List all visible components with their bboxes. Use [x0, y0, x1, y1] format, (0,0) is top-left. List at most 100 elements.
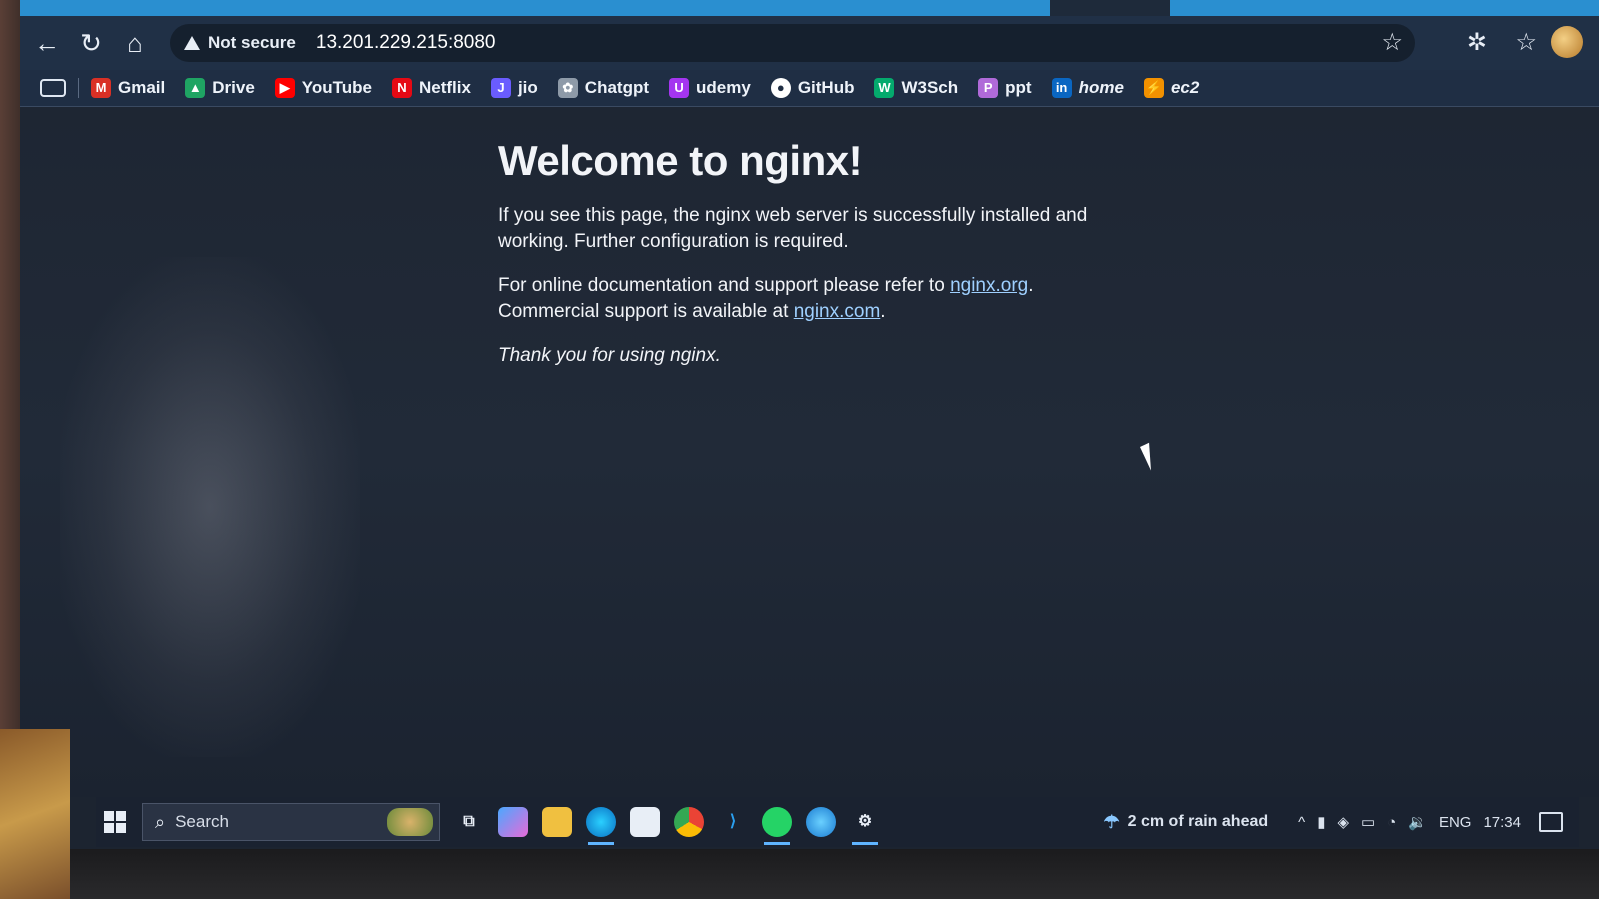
bookmark-drive[interactable]: ▲ Drive	[185, 78, 255, 98]
bookmark-label: ppt	[1005, 78, 1032, 97]
active-tab[interactable]	[1050, 0, 1170, 16]
bookmarks-divider	[78, 78, 79, 98]
address-bar[interactable]: Not secure 13.201.229.215:8080 ☆	[170, 24, 1415, 62]
bookmark-label: Gmail	[118, 78, 166, 97]
bookmark-label: Drive	[212, 78, 255, 97]
bookmark-youtube[interactable]: ▶ YouTube	[274, 78, 372, 98]
language-indicator[interactable]: ENG	[1439, 814, 1472, 831]
weather-widget[interactable]: ☂ 2 cm of rain ahead	[1104, 812, 1269, 833]
browser-toolbar: ← ↻ ⌂ Not secure 13.201.229.215:8080 ☆ ✲…	[20, 16, 1599, 70]
avatar[interactable]	[1551, 26, 1583, 58]
bookmark-label: Netflix	[418, 78, 471, 97]
usb-icon[interactable]: ▮	[1317, 813, 1325, 831]
url-text[interactable]: 13.201.229.215:8080	[316, 32, 496, 54]
page-content: Welcome to nginx! If you see this page, …	[20, 107, 1599, 797]
bookmark-label: ec2	[1170, 78, 1200, 97]
app-icon[interactable]	[806, 807, 836, 837]
bookmark-gmail[interactable]: M Gmail	[91, 78, 165, 98]
bookmark-star-icon[interactable]: ☆	[1381, 28, 1403, 57]
gmail-icon: M	[91, 78, 111, 98]
whatsapp-icon[interactable]	[762, 807, 792, 845]
docs-paragraph: For online documentation and support ple…	[498, 273, 1158, 325]
bookmark-label: Chatgpt	[584, 78, 650, 97]
ppt-icon: P	[978, 78, 999, 98]
store-icon[interactable]	[630, 807, 660, 837]
copilot-icon[interactable]	[498, 807, 528, 837]
bookmark-label: home	[1078, 78, 1124, 97]
bookmark-netflix[interactable]: N Netflix	[391, 78, 471, 98]
tab-actions-icon[interactable]	[40, 79, 66, 97]
bookmark-ec2[interactable]: ⚡ ec2	[1143, 78, 1200, 98]
nginx-org-link[interactable]: nginx.org	[950, 275, 1028, 296]
chatgpt-icon: ✿	[557, 78, 578, 98]
bookmark-chatgpt[interactable]: ✿ Chatgpt	[557, 78, 650, 98]
commercial-period: .	[880, 301, 886, 322]
bookmark-jio[interactable]: Jjio	[490, 78, 538, 98]
bookmark-ppt[interactable]: Pppt	[978, 78, 1032, 98]
nginx-com-link[interactable]: nginx.com	[794, 301, 881, 322]
commercial-text: Commercial support is available at	[498, 301, 794, 322]
tab-strip[interactable]	[20, 0, 1599, 16]
start-icon[interactable]	[104, 811, 126, 833]
wifi-icon[interactable]: ◔	[1387, 814, 1396, 831]
edge-icon[interactable]	[586, 807, 616, 845]
thanks-text: Thank you for using nginx.	[498, 345, 721, 366]
bookmark-github[interactable]: ● GitHub	[770, 78, 855, 98]
search-highlight-art	[387, 808, 433, 836]
search-icon: ⌕	[155, 811, 166, 832]
home-icon[interactable]: ⌂	[118, 26, 152, 60]
netflix-icon: N	[391, 78, 412, 98]
bookmark-label: udemy	[696, 78, 751, 97]
bookmarks-bar: M Gmail ▲ Drive ▶ YouTube N Netflix Jjio ✿ Chatgpt…	[20, 70, 1599, 107]
clock[interactable]: 17:34	[1483, 814, 1521, 831]
umbrella-icon: ☂	[1103, 811, 1120, 832]
notification-icon[interactable]	[1539, 812, 1563, 832]
youtube-icon: ▶	[274, 78, 295, 98]
desk-background	[0, 729, 70, 899]
udemy-icon: U	[669, 78, 690, 98]
docs-text: For online documentation and support ple…	[498, 275, 951, 296]
taskbar-search[interactable]: ⌕ Search	[142, 803, 440, 841]
favorites-icon[interactable]: ☆	[1515, 28, 1537, 57]
github-icon: ●	[770, 78, 791, 98]
intro-paragraph: If you see this page, the nginx web serv…	[498, 205, 1088, 252]
page-title: Welcome to nginx!	[498, 137, 863, 184]
system-tray: ☂ 2 cm of rain ahead ^ ▮ ◈ ▭ ◔ 🔉 ENG 17:…	[1104, 797, 1563, 847]
monitor-brand-logo	[790, 863, 890, 893]
nginx-welcome: Welcome to nginx! If you see this page, …	[498, 137, 1158, 387]
battery-icon[interactable]: ▭	[1361, 813, 1375, 831]
weather-text: 2 cm of rain ahead	[1127, 813, 1269, 830]
search-label: Search	[175, 812, 229, 831]
settings-icon[interactable]: ⚙	[850, 807, 880, 845]
linkedin-icon: in	[1051, 78, 1072, 98]
back-icon[interactable]: ←	[30, 26, 64, 60]
screen: ← ↻ ⌂ Not secure 13.201.229.215:8080 ☆ ✲…	[20, 0, 1599, 862]
bookmark-w3sch[interactable]: W W3Sch	[874, 78, 958, 98]
volume-icon[interactable]: 🔉	[1408, 813, 1427, 831]
task-view-icon[interactable]: ⧉	[454, 807, 484, 837]
bookmark-label: YouTube	[301, 78, 372, 97]
reload-icon[interactable]: ↻	[74, 26, 108, 60]
bookmarks-list: M Gmail ▲ Drive ▶ YouTube N Netflix Jjio ✿ Chatgpt…	[91, 78, 1219, 98]
thanks-paragraph: Thank you for using nginx.	[498, 343, 1158, 369]
drive-icon: ▲	[185, 78, 206, 98]
docs-period: .	[1028, 275, 1034, 296]
bookmark-label: GitHub	[797, 78, 855, 97]
bookmark-label: W3Sch	[901, 78, 959, 97]
chrome-icon[interactable]	[674, 807, 704, 837]
bookmark-label: jio	[517, 78, 538, 97]
defender-icon[interactable]: ◈	[1337, 813, 1349, 831]
chevron-up-icon[interactable]: ^	[1298, 814, 1305, 831]
mouse-cursor-icon	[1140, 442, 1161, 471]
jio-icon: J	[490, 78, 511, 98]
bookmark-udemy[interactable]: Uudemy	[669, 78, 751, 98]
vscode-icon[interactable]: ⟩	[718, 807, 748, 837]
warning-icon[interactable]	[184, 36, 200, 50]
taskbar: ⌕ Search ⧉ ⟩ ⚙ ☂ 2 cm of rain ahead ^ ▮ …	[96, 797, 1579, 847]
bookmark-home[interactable]: in home	[1051, 78, 1124, 98]
security-label[interactable]: Not secure	[208, 33, 296, 53]
extensions-icon[interactable]: ✲	[1467, 28, 1487, 57]
screen-glare	[60, 257, 360, 757]
file-explorer-icon[interactable]	[542, 807, 572, 837]
ec2-icon: ⚡	[1143, 78, 1164, 98]
